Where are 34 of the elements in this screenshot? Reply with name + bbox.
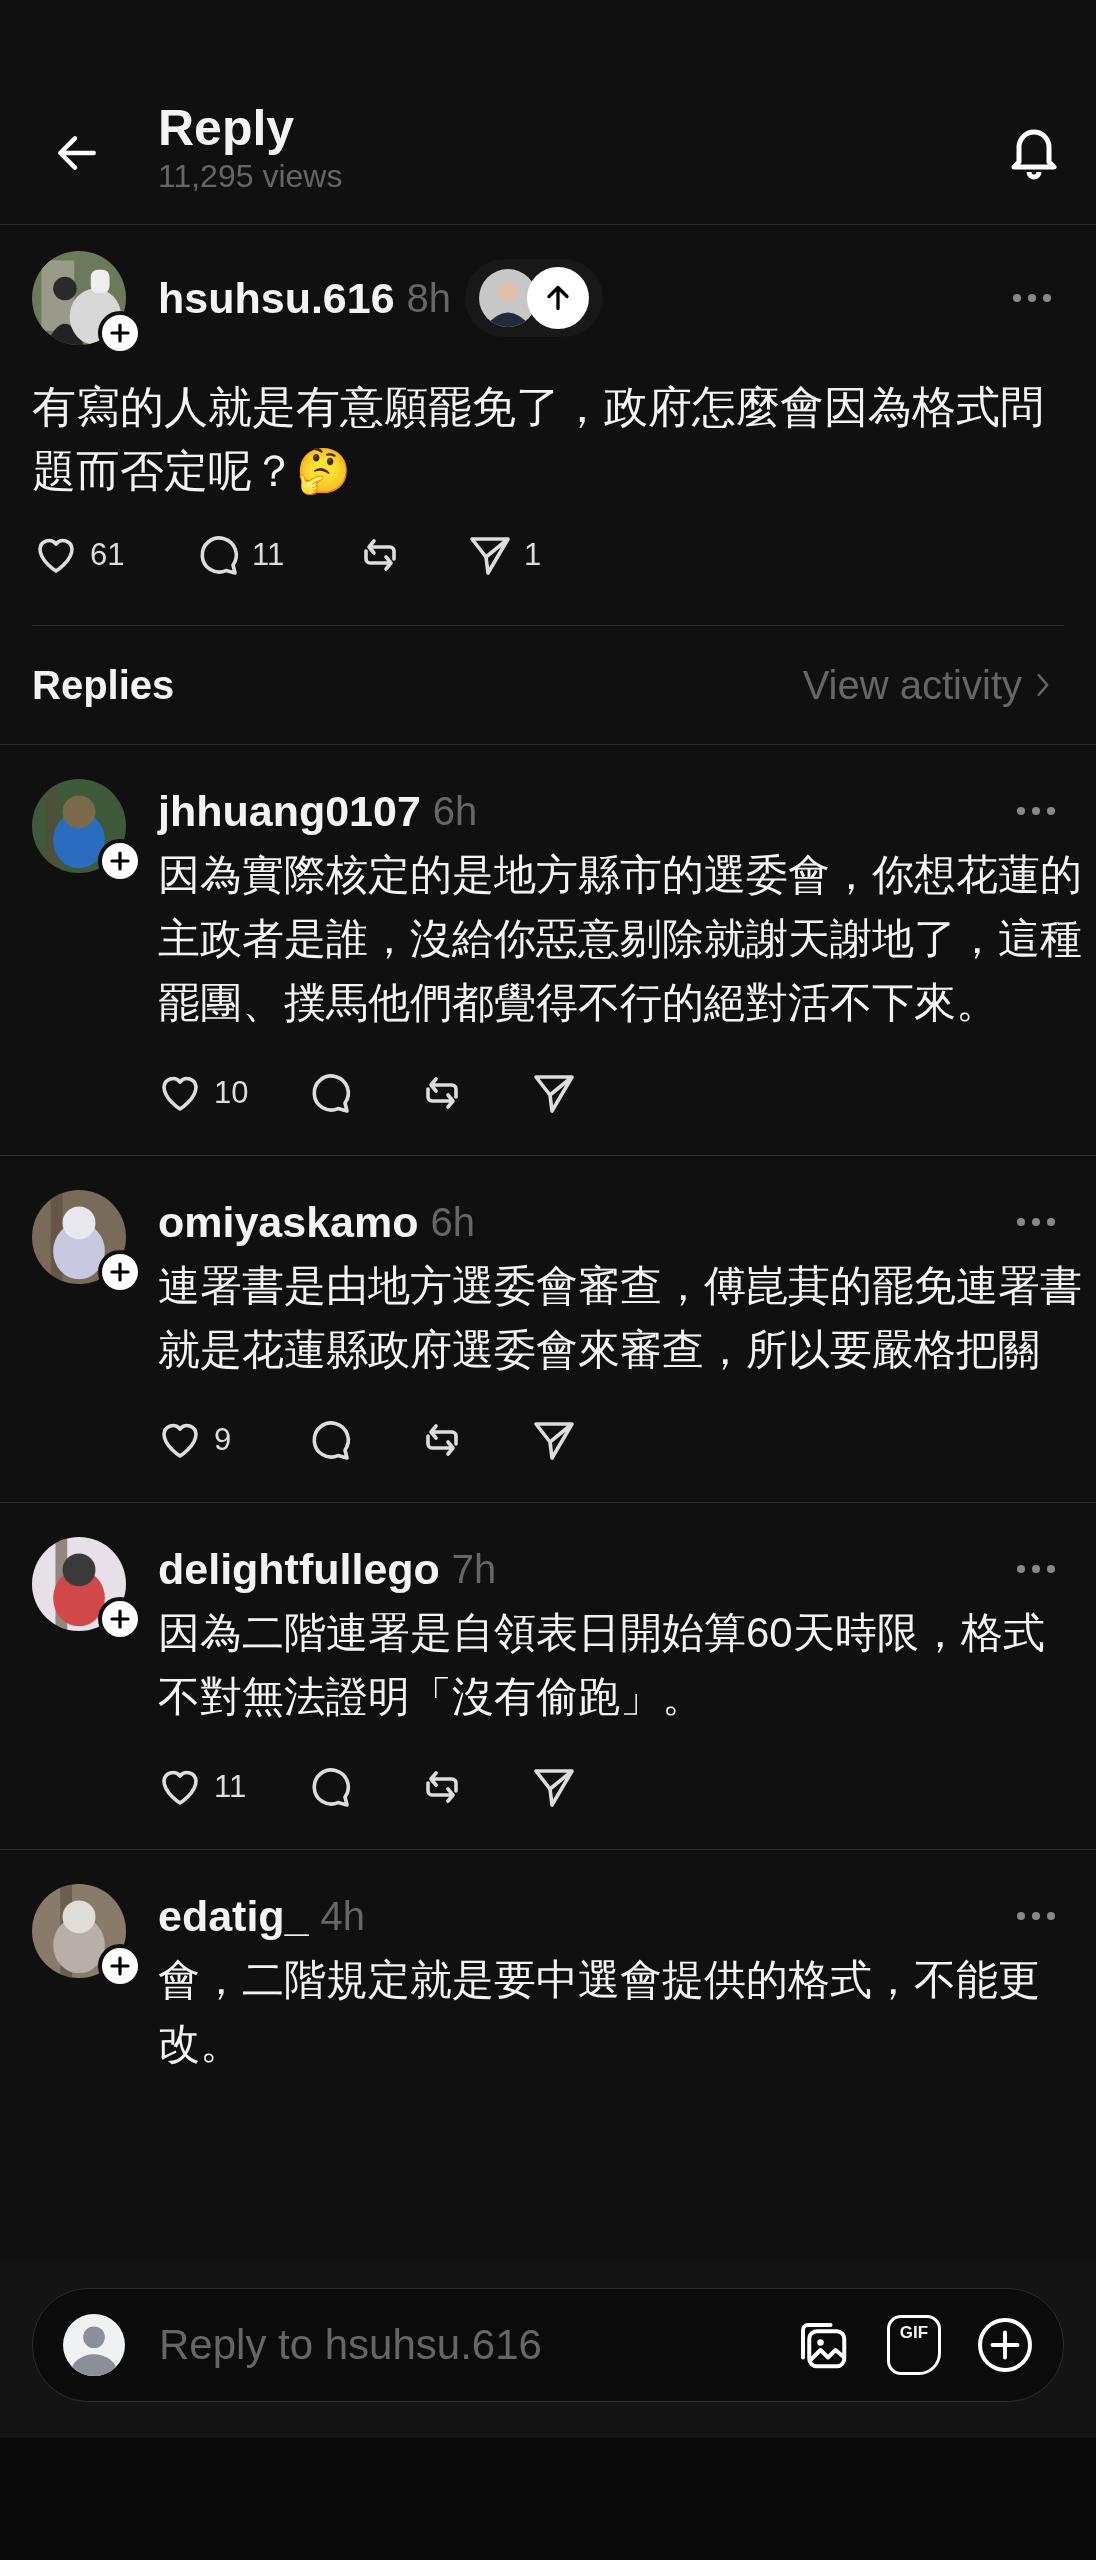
view-count: 11,295 views (158, 157, 344, 196)
action-count: 61 (90, 537, 125, 573)
reply-text: 因為實際核定的是地方縣市的選委會，你想花蓮的主政者是誰，沒給你惡意剔除就謝天謝地了，這種罷團、撲馬他們都覺得不行的絕對活不下來。 (158, 850, 1083, 1028)
username[interactable]: delightfullego (158, 1547, 440, 1591)
replies-heading: Replies (32, 662, 176, 708)
arrow-up-icon[interactable] (527, 267, 590, 329)
post-text: 有寫的人就是有意願罷免了，政府怎麼會因為格式問題而否定呢？🤔 (32, 381, 1045, 497)
username[interactable]: edatig_ (158, 1894, 309, 1938)
reply-text: 會，二階規定就是要中選會提供的格式，不能更改。 (158, 1955, 1041, 2069)
reply-text: 因為二階連署是自領表日開始算60天時限，格式不對無法證明「沒有偷跑」。 (158, 1608, 1046, 1722)
more-icon[interactable] (1016, 1217, 1056, 1227)
chevron-right-icon[interactable] (1036, 672, 1050, 698)
post-time: 8h (406, 275, 452, 321)
reply-time: 7h (451, 1546, 497, 1592)
username[interactable]: omiyaskamo (158, 1200, 419, 1244)
action-count: 9 (214, 1422, 232, 1458)
action-count: 11 (252, 537, 285, 573)
more-icon[interactable] (1016, 806, 1056, 816)
username[interactable]: hsuhsu.616 (158, 276, 395, 320)
reply-input-field[interactable]: Reply to hsuhsu.616 GIF (32, 2288, 1064, 2402)
more-icon[interactable] (1012, 293, 1052, 303)
username[interactable]: jhhuang0107 (158, 789, 421, 833)
reply-time: 4h (320, 1893, 366, 1939)
gif-button[interactable]: GIF (887, 2315, 941, 2375)
reply-time: 6h (430, 1199, 476, 1245)
action-count: 1 (524, 537, 542, 573)
action-count: 10 (214, 1075, 249, 1111)
page-title: Reply (158, 100, 296, 156)
more-icon[interactable] (1016, 1564, 1056, 1574)
reply-text: 連署書是由地方選委會審查，傅崑萁的罷免連署書就是花蓮縣政府選委會來審查，所以要嚴格把關 (158, 1261, 1083, 1375)
action-count: 11 (214, 1769, 247, 1805)
add-icon[interactable] (975, 2315, 1035, 2375)
reply-time: 6h (432, 788, 478, 834)
more-icon[interactable] (1016, 1911, 1056, 1921)
